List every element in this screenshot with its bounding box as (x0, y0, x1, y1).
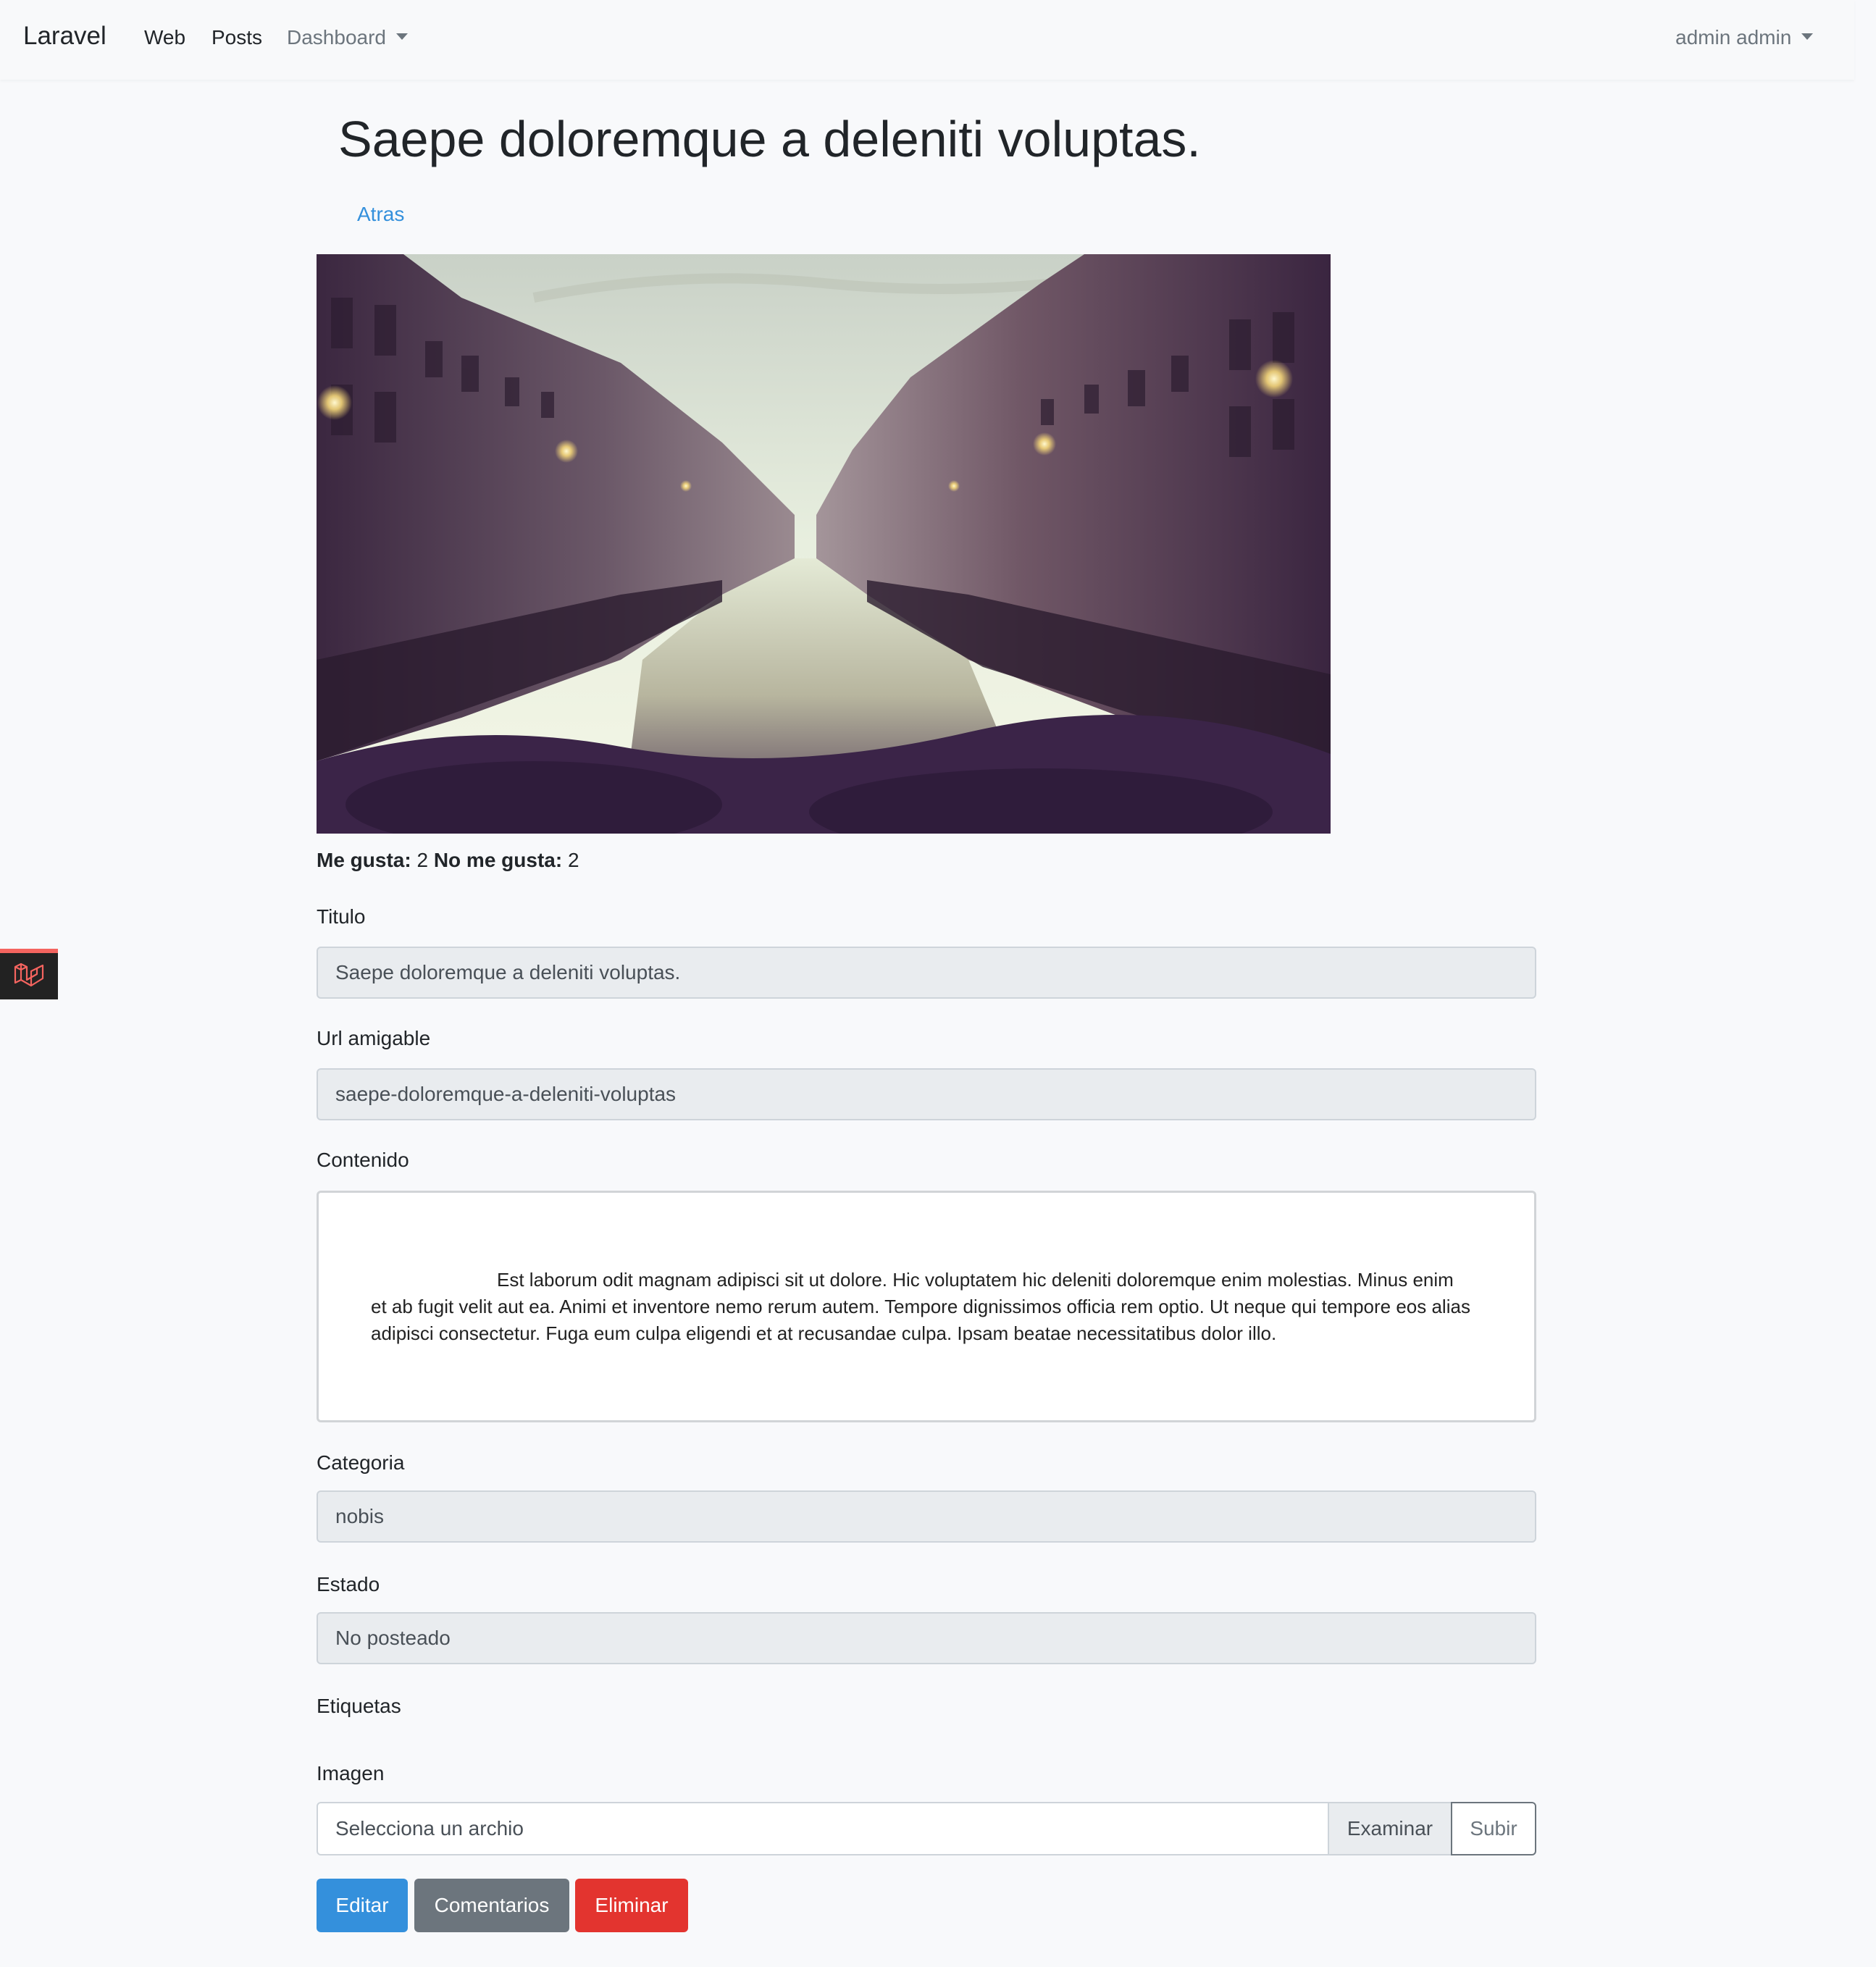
browse-button[interactable]: Examinar (1328, 1802, 1452, 1855)
caret-down-icon (395, 33, 408, 41)
reactions-summary: Me gusta: 2 No me gusta: 2 (317, 849, 579, 872)
user-menu-dropdown[interactable]: admin admin (1675, 26, 1814, 49)
category-field-value: nobis (335, 1505, 384, 1527)
content-editor[interactable]: Est laborum odit magnam adipisci sit ut … (317, 1191, 1536, 1422)
brand-link[interactable]: Laravel (23, 22, 106, 51)
nav-link-web[interactable]: Web (144, 26, 185, 49)
tags-label: Etiquetas (317, 1695, 401, 1717)
nav-dropdown-dashboard-label: Dashboard (287, 26, 386, 49)
content-label: Contenido (317, 1149, 409, 1171)
comments-button[interactable]: Comentarios (414, 1879, 569, 1932)
title-field-value: Saepe doloremque a deleniti voluptas. (335, 961, 681, 984)
status-field[interactable]: No posteado (317, 1612, 1536, 1664)
caret-down-icon (1801, 33, 1814, 41)
title-label: Titulo (317, 905, 366, 928)
upload-button[interactable]: Subir (1451, 1802, 1536, 1855)
user-menu-label: admin admin (1675, 26, 1792, 49)
likes-count: 2 (416, 849, 429, 871)
post-image (317, 254, 1331, 834)
image-file-placeholder: Selecciona un archio (335, 1817, 524, 1840)
status-field-value: No posteado (335, 1627, 451, 1649)
likes-label: Me gusta: (317, 849, 411, 871)
edit-button[interactable]: Editar (317, 1879, 408, 1932)
slug-field-value: saepe-doloremque-a-deleniti-voluptas (335, 1083, 677, 1105)
page-title: Saepe doloremque a deleniti voluptas. (338, 111, 1201, 167)
nav-dropdown-dashboard[interactable]: Dashboard (287, 26, 408, 49)
dislikes-label: No me gusta: (433, 849, 563, 871)
status-label: Estado (317, 1573, 380, 1595)
image-file-input[interactable]: Selecciona un archio (317, 1802, 1329, 1855)
nav-link-posts[interactable]: Posts (212, 26, 262, 49)
category-field[interactable]: nobis (317, 1490, 1536, 1543)
title-field[interactable]: Saepe doloremque a deleniti voluptas. (317, 947, 1536, 999)
laravel-logo-icon (14, 962, 44, 987)
dislikes-count: 2 (567, 849, 579, 871)
navbar: Laravel Web Posts Dashboard admin admin (0, 0, 1854, 80)
image-label: Imagen (317, 1762, 385, 1784)
image-upload-group: Selecciona un archio Examinar Subir (317, 1802, 1536, 1855)
post-image-graphic (317, 254, 1331, 834)
debugbar-toggle[interactable] (0, 949, 58, 999)
slug-label: Url amigable (317, 1027, 431, 1049)
content-editor-text: Est laborum odit magnam adipisci sit ut … (371, 1269, 1470, 1344)
slug-field[interactable]: saepe-doloremque-a-deleniti-voluptas (317, 1068, 1536, 1120)
delete-button[interactable]: Eliminar (575, 1879, 688, 1932)
category-label: Categoria (317, 1451, 405, 1474)
back-link[interactable]: Atras (357, 203, 404, 226)
